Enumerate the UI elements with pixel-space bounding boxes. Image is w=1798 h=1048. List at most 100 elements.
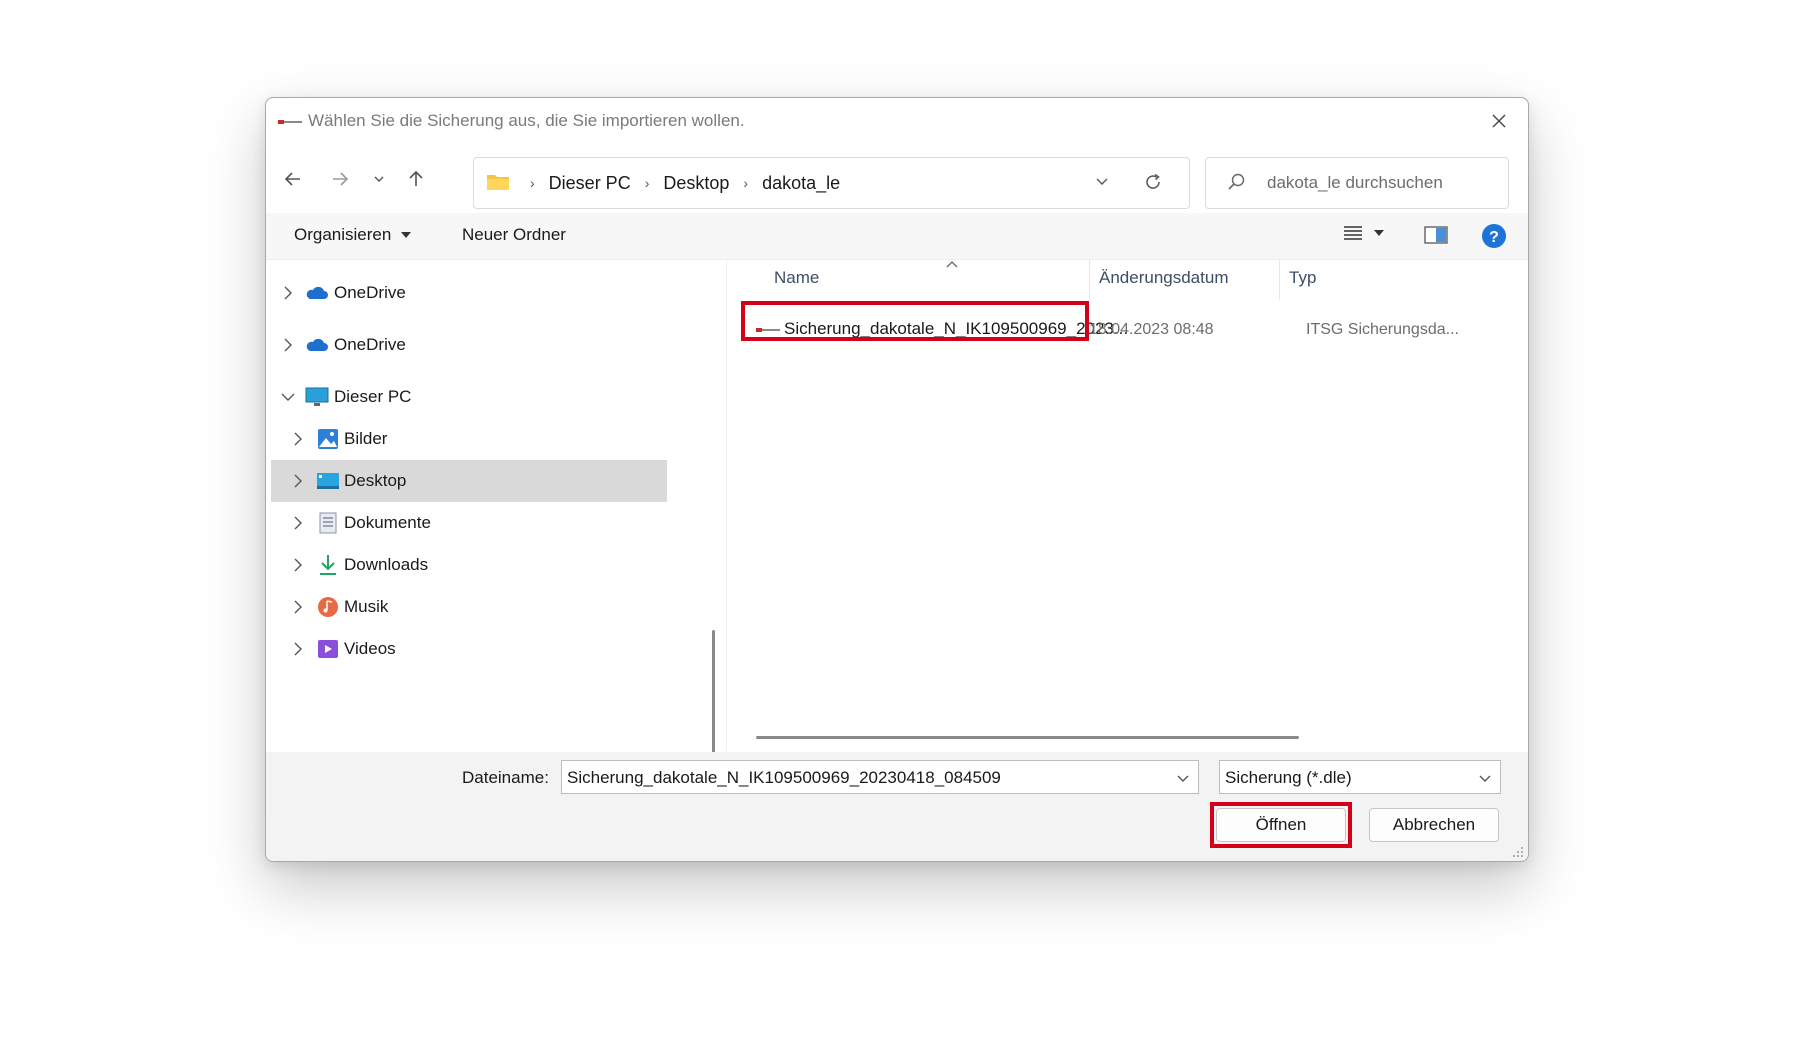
- close-icon: [1492, 114, 1506, 128]
- breadcrumb-separator-icon: ›: [743, 175, 749, 191]
- dialog-footer: Dateiname: Sicherung_dakotale_N_IK109500…: [266, 752, 1528, 861]
- dialog-title: Wählen Sie die Sicherung aus, die Sie im…: [308, 111, 745, 130]
- list-view-icon: [1344, 226, 1362, 240]
- resize-grip-icon[interactable]: [1512, 846, 1524, 858]
- search-icon: [1228, 173, 1245, 190]
- refresh-button[interactable]: [1143, 172, 1163, 197]
- sidebar-item-bilder[interactable]: Bilder: [271, 418, 667, 460]
- new-folder-button[interactable]: Neuer Ordner: [462, 225, 566, 245]
- filename-label: Dateiname:: [462, 768, 549, 787]
- sidebar-item-label: Dieser PC: [334, 387, 412, 406]
- desktop-icon: [317, 473, 339, 489]
- file-type: ITSG Sicherungsda...: [1306, 321, 1459, 338]
- document-icon: [319, 512, 337, 534]
- sidebar-item-label: Desktop: [344, 471, 407, 490]
- breadcrumb: › Dieser PC › Desktop › dakota_le: [516, 158, 840, 208]
- chevron-right-icon[interactable]: [293, 432, 303, 446]
- pictures-icon: [318, 429, 338, 449]
- chevron-down-icon[interactable]: [281, 392, 295, 402]
- chevron-down-icon: [1096, 178, 1108, 185]
- chevron-right-icon[interactable]: [283, 286, 293, 300]
- breadcrumb-item-dieser-pc[interactable]: Dieser PC: [549, 173, 631, 194]
- monitor-icon: [305, 387, 329, 406]
- sidebar-item-videos[interactable]: Videos: [271, 628, 667, 670]
- navigation-bar: › Dieser PC › Desktop › dakota_le dakota…: [266, 146, 1528, 212]
- caret-down-icon: [401, 232, 412, 238]
- arrow-right-icon: [333, 172, 349, 186]
- view-options-button[interactable]: [1344, 225, 1384, 241]
- cloud-icon: [306, 286, 328, 299]
- chevron-right-icon[interactable]: [293, 558, 303, 572]
- organize-button[interactable]: Organisieren: [294, 225, 412, 245]
- sidebar-item-musik[interactable]: Musik: [271, 586, 667, 628]
- file-type-select[interactable]: Sicherung (*.dle): [1219, 760, 1501, 794]
- title-bar: Wählen Sie die Sicherung aus, die Sie im…: [266, 98, 1528, 146]
- organize-label: Organisieren: [294, 225, 392, 244]
- sidebar-item-dokumente[interactable]: Dokumente: [271, 502, 667, 544]
- chevron-down-icon: [374, 176, 384, 182]
- file-date: 18.04.2023 08:48: [1089, 321, 1214, 338]
- app-icon: [278, 120, 302, 124]
- chevron-down-icon[interactable]: [1176, 771, 1190, 785]
- caret-down-icon: [1374, 230, 1384, 236]
- address-bar[interactable]: › Dieser PC › Desktop › dakota_le: [473, 157, 1190, 209]
- sidebar-item-onedrive-2[interactable]: OneDrive: [271, 324, 667, 366]
- chevron-right-icon[interactable]: [293, 600, 303, 614]
- sidebar-item-label: OneDrive: [334, 335, 406, 354]
- file-type-value: Sicherung (*.dle): [1225, 768, 1352, 787]
- preview-pane-icon: [1424, 226, 1448, 244]
- highlight-box-file: [741, 301, 1089, 341]
- chevron-down-icon: [1479, 775, 1491, 782]
- chevron-right-icon[interactable]: [283, 338, 293, 352]
- sidebar-item-label: Downloads: [344, 555, 429, 574]
- sidebar-item-desktop[interactable]: Desktop: [271, 460, 667, 502]
- sidebar-item-onedrive-1[interactable]: OneDrive: [271, 272, 667, 314]
- breadcrumb-item-desktop[interactable]: Desktop: [663, 173, 729, 194]
- video-icon: [318, 640, 338, 658]
- chevron-right-icon[interactable]: [293, 516, 303, 530]
- help-button[interactable]: ?: [1481, 223, 1507, 254]
- folder-icon: [487, 175, 509, 190]
- forward-button[interactable]: [322, 161, 358, 197]
- column-header-name[interactable]: Name: [774, 268, 819, 300]
- column-header-date[interactable]: Änderungsdatum: [1099, 268, 1228, 300]
- sidebar-item-dieser-pc[interactable]: Dieser PC: [271, 376, 667, 418]
- svg-text:?: ?: [1489, 229, 1499, 246]
- breadcrumb-separator-icon: ›: [644, 175, 650, 191]
- chevron-right-icon[interactable]: [293, 474, 303, 488]
- sort-ascending-icon: [946, 261, 958, 268]
- sidebar-item-label: Dokumente: [344, 513, 431, 532]
- help-icon: ?: [1482, 224, 1506, 248]
- sidebar-item-label: Videos: [344, 639, 396, 658]
- column-separator[interactable]: [1279, 260, 1280, 300]
- music-icon: [318, 597, 338, 617]
- navigation-pane: OneDrive OneDrive Dieser PC Bilder Deskt…: [266, 260, 715, 808]
- chevron-right-icon[interactable]: [293, 642, 303, 656]
- sidebar-item-downloads[interactable]: Downloads: [271, 544, 667, 586]
- back-button[interactable]: [275, 161, 311, 197]
- pane-divider[interactable]: [726, 260, 727, 751]
- breadcrumb-separator-icon: ›: [530, 175, 535, 191]
- search-box[interactable]: dakota_le durchsuchen: [1205, 157, 1509, 209]
- up-button[interactable]: [398, 161, 434, 197]
- recent-locations-button[interactable]: [361, 161, 397, 197]
- arrow-up-icon: [409, 170, 423, 186]
- search-input[interactable]: dakota_le durchsuchen: [1267, 173, 1443, 193]
- column-separator[interactable]: [1089, 260, 1090, 300]
- address-dropdown-button[interactable]: [1094, 173, 1110, 194]
- filename-field[interactable]: Sicherung_dakotale_N_IK109500969_2023041…: [561, 760, 1199, 794]
- file-list: Name Änderungsdatum Typ Sicherung_dakota…: [731, 260, 1528, 751]
- sidebar-item-label: OneDrive: [334, 283, 406, 302]
- breadcrumb-item-dakota-le[interactable]: dakota_le: [762, 173, 840, 194]
- cancel-button[interactable]: Abbrechen: [1369, 808, 1499, 842]
- download-icon: [320, 555, 336, 575]
- arrow-left-icon: [284, 172, 300, 186]
- file-list-scrollbar[interactable]: [756, 736, 1299, 739]
- close-button[interactable]: [1482, 106, 1516, 136]
- preview-pane-button[interactable]: [1424, 225, 1448, 250]
- file-open-dialog: Wählen Sie die Sicherung aus, die Sie im…: [265, 97, 1529, 862]
- filename-input[interactable]: Sicherung_dakotale_N_IK109500969_2023041…: [567, 768, 1001, 788]
- column-header-type[interactable]: Typ: [1289, 268, 1316, 300]
- sidebar-item-label: Musik: [344, 597, 389, 616]
- highlight-box-open: [1210, 802, 1352, 848]
